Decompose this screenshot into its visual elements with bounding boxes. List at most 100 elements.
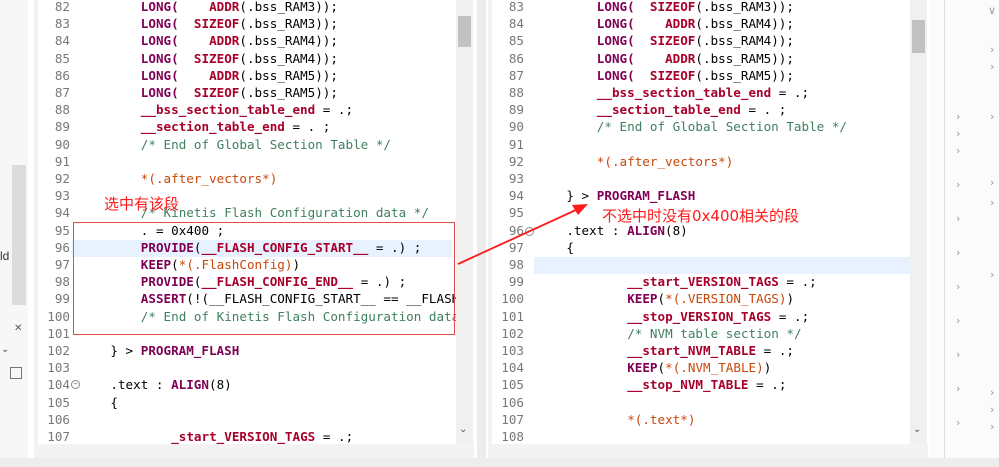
outline-expand-icon[interactable]: ›: [990, 268, 994, 281]
line-number: 84: [54, 33, 70, 49]
code-line[interactable]: 105 {: [34, 394, 454, 411]
code-line[interactable]: 84 LONG( ADDR(.bss_RAM4));: [34, 32, 454, 49]
code-line[interactable]: 94 /* Kinetis Flash Configuration data */: [34, 204, 454, 221]
code-line[interactable]: 107 *(.text*): [488, 411, 908, 428]
line-number: 90: [54, 136, 70, 152]
outline-expand-icon[interactable]: ›: [956, 416, 960, 429]
code-line[interactable]: 94} > PROGRAM_FLASH: [488, 187, 908, 204]
code-line[interactable]: 92 *(.after_vectors*): [34, 170, 454, 187]
code-line[interactable]: 83 LONG( SIZEOF(.bss_RAM3));: [34, 15, 454, 32]
code-line[interactable]: 88 __bss_section_table_end = .;: [488, 84, 908, 101]
code-line[interactable]: 102 /* NVM table section */: [488, 325, 908, 342]
code-line[interactable]: 98: [488, 256, 908, 273]
outline-expand-icon[interactable]: ›: [990, 420, 994, 433]
code-line[interactable]: 89 __section_table_end = . ;: [488, 101, 908, 118]
line-number: 86: [54, 67, 70, 83]
line-number: 87: [54, 85, 70, 100]
outline-expand-icon[interactable]: ›: [990, 176, 994, 189]
outline-expand-icon[interactable]: ›: [956, 212, 960, 225]
code-line[interactable]: 91: [488, 136, 908, 153]
code-line[interactable]: 104 .text : ALIGN(8): [34, 376, 454, 393]
side-panel-console-icon[interactable]: [10, 367, 22, 379]
code-text: LONG( ADDR(.bss_RAM5));: [597, 50, 794, 67]
outline-expand-icon[interactable]: ›: [990, 60, 994, 73]
code-line[interactable]: 97 {: [488, 239, 908, 256]
code-line[interactable]: 91: [34, 153, 454, 170]
code-line[interactable]: 82 LONG( ADDR(.bss_RAM3));: [34, 0, 454, 15]
code-line[interactable]: 86 LONG( ADDR(.bss_RAM5));: [488, 50, 908, 67]
right-scroll-thumb[interactable]: [912, 20, 925, 53]
outline-expand-icon[interactable]: ›: [956, 280, 960, 293]
code-line[interactable]: 93: [488, 170, 908, 187]
code-line[interactable]: 90 /* End of Global Section Table */: [488, 118, 908, 135]
code-text: __stop_NVM_TABLE = .;: [627, 376, 786, 393]
code-line[interactable]: 103 __start_NVM_TABLE = .;: [488, 342, 908, 359]
code-line[interactable]: 92 *(.after_vectors*): [488, 153, 908, 170]
outline-collapse-icon[interactable]: ∨: [988, 4, 996, 17]
left-horizontal-scrollbar[interactable]: [34, 444, 474, 458]
code-line[interactable]: 106: [488, 394, 908, 411]
outline-expand-icon[interactable]: ›: [956, 348, 960, 361]
code-line[interactable]: 87 LONG( SIZEOF(.bss_RAM5));: [34, 84, 454, 101]
code-text: LONG( ADDR(.bss_RAM4));: [597, 15, 794, 32]
code-token: ADDR: [665, 16, 696, 32]
code-line[interactable]: 84 LONG( ADDR(.bss_RAM4));: [488, 15, 908, 32]
code-line[interactable]: 85 LONG( SIZEOF(.bss_RAM4));: [488, 32, 908, 49]
left-scroll-down-icon[interactable]: ⌄: [459, 424, 467, 435]
right-scroll-down-icon[interactable]: ⌄: [913, 424, 921, 435]
left-vertical-scrollbar[interactable]: ⌄: [456, 0, 473, 444]
right-fold-marker-icon[interactable]: −: [525, 227, 534, 236]
outline-expand-icon[interactable]: ›: [956, 314, 960, 327]
left-scroll-thumb[interactable]: [458, 16, 471, 47]
code-line[interactable]: 83 LONG( SIZEOF(.bss_RAM3));: [488, 0, 908, 15]
code-token: *(.text*): [627, 411, 696, 427]
outline-expand-icon[interactable]: ›: [956, 246, 960, 259]
outline-expand-icon[interactable]: ›: [990, 110, 994, 123]
code-line[interactable]: 103: [34, 359, 454, 376]
code-line[interactable]: 108: [488, 428, 908, 444]
outline-expand-icon[interactable]: ›: [956, 382, 960, 395]
code-line[interactable]: 86 LONG( ADDR(.bss_RAM5));: [34, 67, 454, 84]
line-number: 99: [54, 291, 70, 307]
right-horizontal-scrollbar[interactable]: [488, 444, 928, 458]
outline-expand-icon[interactable]: ›: [990, 43, 994, 56]
outline-expand-icon[interactable]: ›: [956, 127, 960, 140]
code-text: /* NVM table section */: [627, 325, 801, 342]
code-line[interactable]: 93: [34, 187, 454, 204]
outline-expand-icon[interactable]: ›: [956, 144, 960, 157]
line-number: 107: [47, 429, 70, 444]
code-token: {: [110, 394, 118, 410]
code-line[interactable]: 85 LONG( SIZEOF(.bss_RAM4));: [34, 50, 454, 67]
outline-expand-icon[interactable]: ›: [956, 178, 960, 191]
code-line[interactable]: 89 __section_table_end = . ;: [34, 118, 454, 135]
code-line[interactable]: 90 /* End of Global Section Table */: [34, 136, 454, 153]
side-panel-close-icon[interactable]: ✕: [14, 323, 22, 334]
code-line[interactable]: 87 LONG( SIZEOF(.bss_RAM5));: [488, 67, 908, 84]
code-line[interactable]: 101 __stop_VERSION_TAGS = .;: [488, 308, 908, 325]
code-text: LONG( SIZEOF(.bss_RAM4));: [597, 32, 794, 49]
left-fold-marker-icon[interactable]: −: [71, 380, 80, 389]
code-line[interactable]: 105 __stop_NVM_TABLE = .;: [488, 376, 908, 393]
code-token: /* NVM table section */: [627, 325, 802, 341]
code-token: (.bss_RAM3));: [695, 0, 794, 14]
side-panel-scroll-thumb[interactable]: [12, 165, 26, 305]
code-line[interactable]: 104 KEEP(*(.NVM_TABLE)): [488, 359, 908, 376]
outline-expand-icon[interactable]: ›: [990, 386, 994, 399]
line-number: 88: [508, 85, 524, 100]
code-line[interactable]: 100 KEEP(*(.VERSION_TAGS)): [488, 290, 908, 307]
outline-expand-icon[interactable]: ›: [990, 196, 994, 209]
code-line[interactable]: 102} > PROGRAM_FLASH: [34, 342, 454, 359]
code-token: (.bss_RAM5));: [239, 85, 338, 100]
right-vertical-scrollbar[interactable]: ⌄: [910, 0, 927, 444]
side-panel-chevron-icon[interactable]: ⌄: [1, 344, 9, 355]
outline-expand-icon[interactable]: ›: [990, 403, 994, 416]
code-line[interactable]: 106: [34, 411, 454, 428]
code-line[interactable]: 107 _start_VERSION_TAGS = .;: [34, 428, 454, 444]
code-token: __bss_section_table_end: [140, 102, 316, 118]
outline-expand-icon[interactable]: ›: [956, 110, 960, 123]
code-line[interactable]: 88 __bss_section_table_end = .;: [34, 101, 454, 118]
code-line[interactable]: 99 __start_VERSION_TAGS = .;: [488, 273, 908, 290]
editor-divider[interactable]: [477, 0, 486, 467]
